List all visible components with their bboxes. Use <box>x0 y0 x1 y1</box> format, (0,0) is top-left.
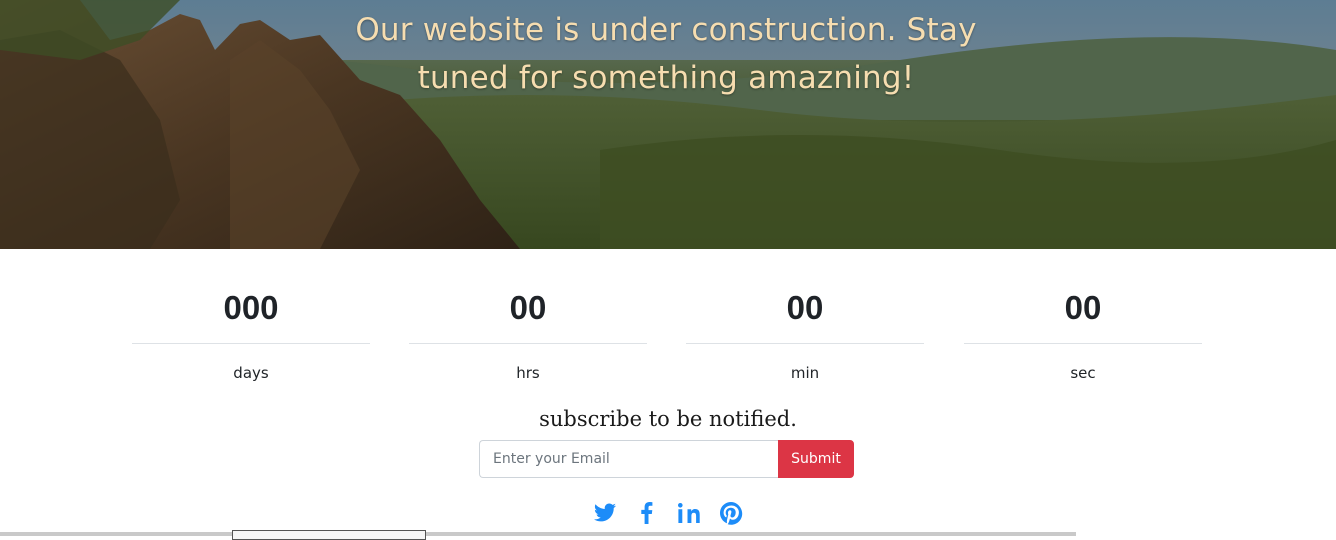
submit-button[interactable]: Submit <box>778 440 854 478</box>
countdown-hours-value: 00 <box>509 289 547 326</box>
hero-title: Our website is under construction. Stay … <box>355 12 977 96</box>
twitter-icon <box>594 503 616 522</box>
divider <box>686 343 924 344</box>
overlay-box <box>232 530 426 540</box>
countdown-days-value: 000 <box>223 289 279 326</box>
pinterest-link[interactable] <box>719 501 743 525</box>
facebook-link[interactable] <box>635 501 659 525</box>
countdown-days: 000 days <box>132 288 370 383</box>
countdown-hours: 00 hrs <box>409 288 647 383</box>
countdown-minutes-value: 00 <box>786 289 824 326</box>
horizontal-scrollbar[interactable] <box>0 532 1076 536</box>
countdown-days-label: days <box>233 364 269 382</box>
countdown-minutes: 00 min <box>686 288 924 383</box>
divider <box>409 343 647 344</box>
divider <box>132 343 370 344</box>
divider <box>964 343 1202 344</box>
countdown-hours-label: hrs <box>516 364 540 382</box>
twitter-link[interactable] <box>593 501 617 525</box>
countdown-seconds: 00 sec <box>964 288 1202 383</box>
email-input[interactable] <box>479 440 778 478</box>
hero-banner: Our website is under construction. Stay … <box>0 0 1336 249</box>
linkedin-link[interactable] <box>677 501 701 525</box>
countdown-seconds-label: sec <box>1070 364 1096 382</box>
pinterest-icon <box>720 502 743 525</box>
linkedin-icon <box>678 503 700 523</box>
subscribe-title: subscribe to be notified. <box>539 407 797 431</box>
countdown-minutes-label: min <box>790 364 820 382</box>
countdown-seconds-value: 00 <box>1064 289 1102 326</box>
subscribe-form: Submit <box>479 440 854 478</box>
social-links <box>0 501 1336 525</box>
facebook-icon <box>641 502 653 524</box>
